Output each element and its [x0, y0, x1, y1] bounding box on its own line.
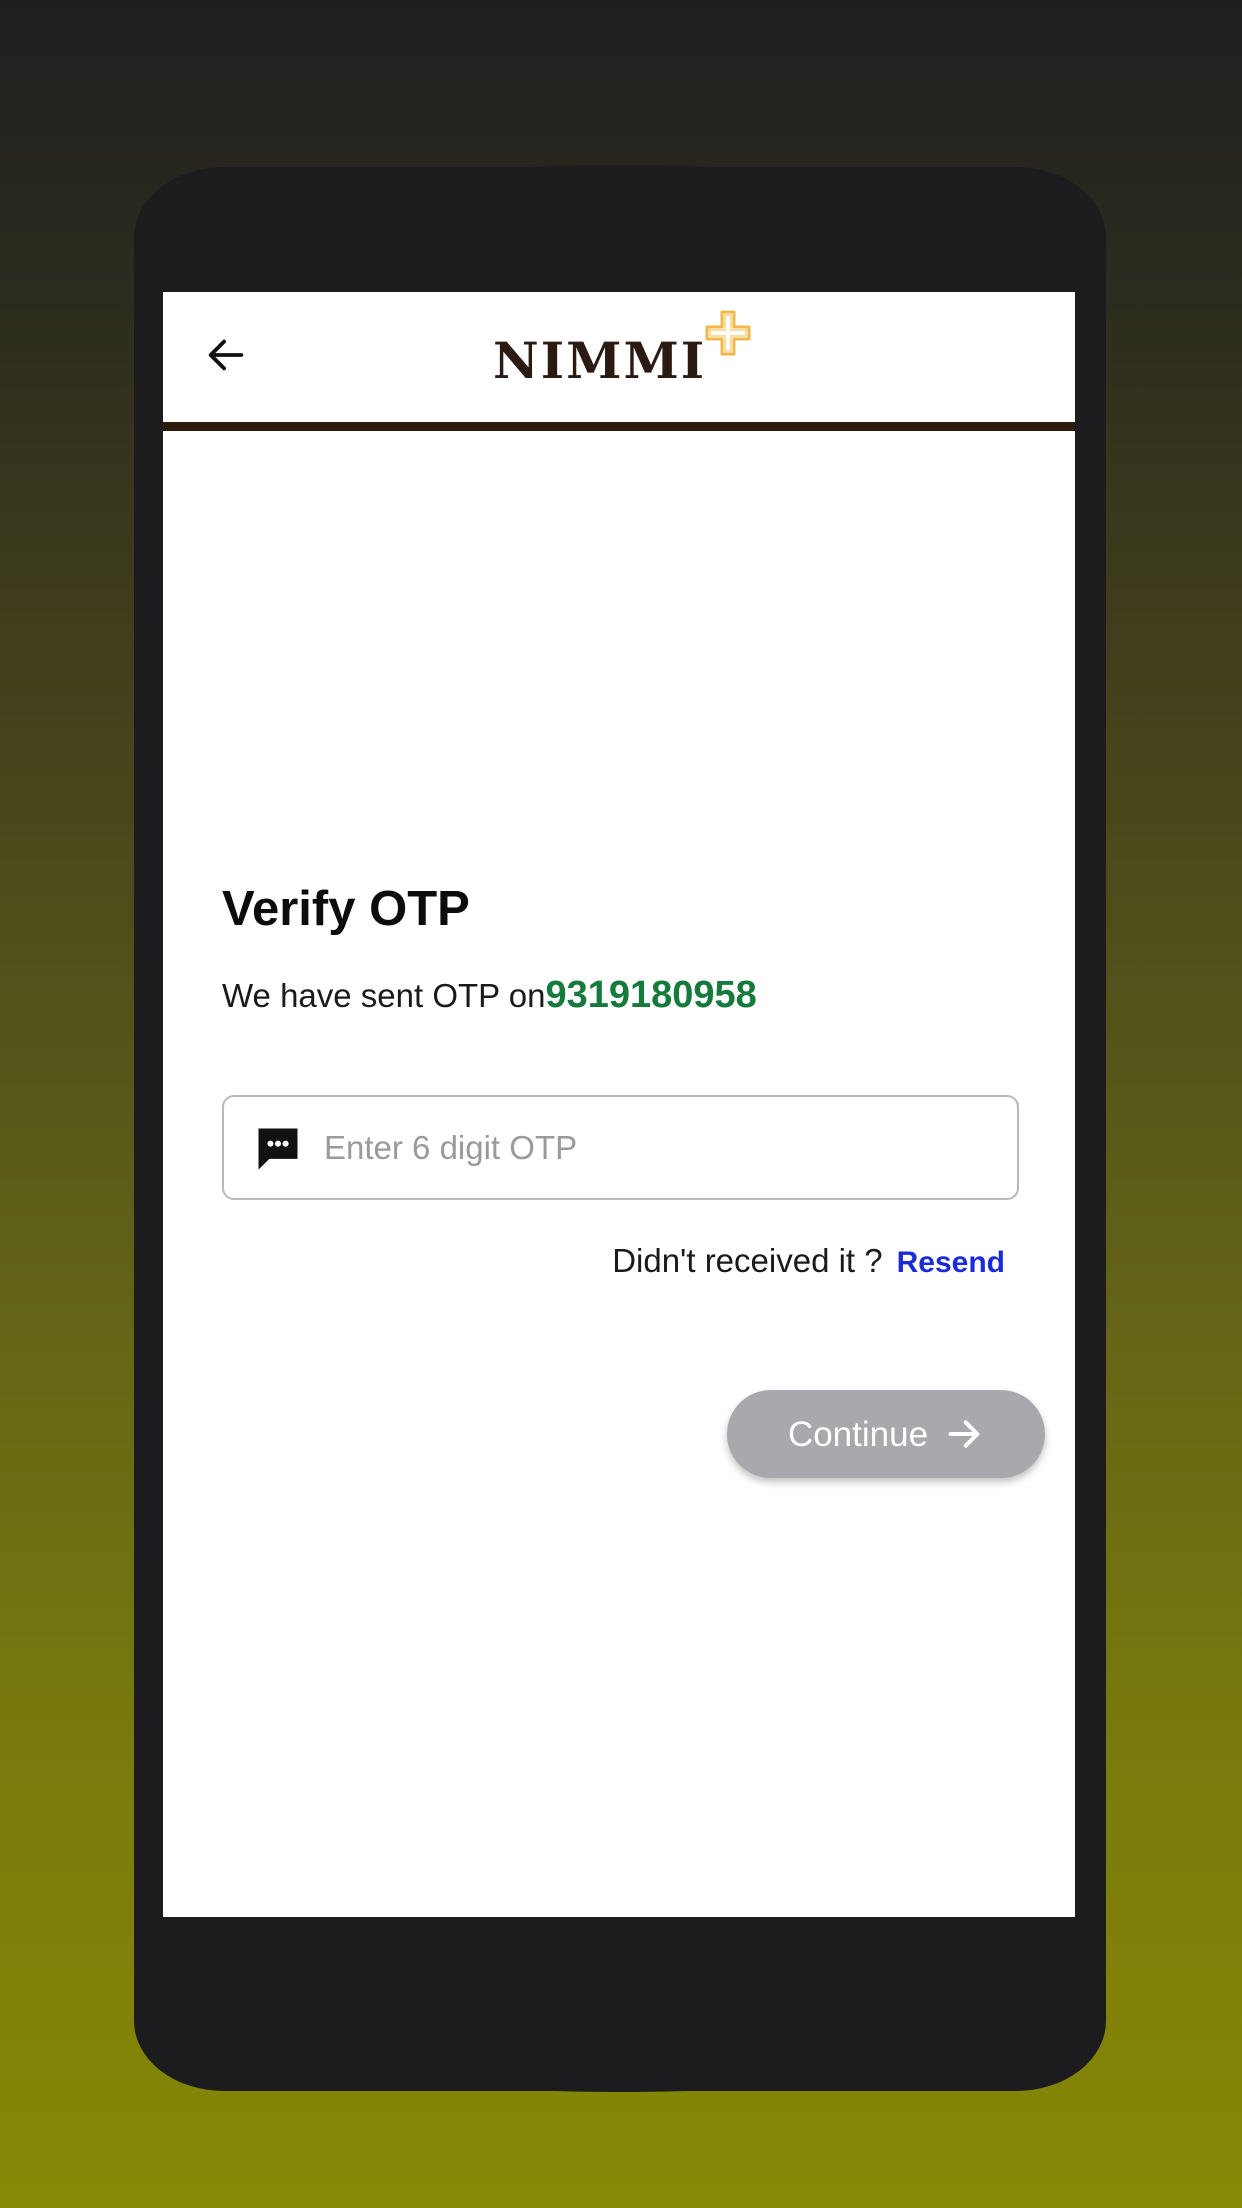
- header-divider: [163, 422, 1075, 431]
- otp-sent-message: We have sent OTP on9319180958: [222, 976, 757, 1014]
- resend-link[interactable]: Resend: [897, 1246, 1005, 1279]
- app-bar: NIMMI: [163, 292, 1075, 422]
- page-title: Verify OTP: [222, 882, 470, 936]
- arrow-left-icon: [208, 339, 244, 371]
- plus-outline-icon: [705, 310, 751, 356]
- otp-field[interactable]: [222, 1095, 1019, 1200]
- resend-question: Didn't received it ?: [612, 1242, 883, 1279]
- continue-label: Continue: [787, 1414, 929, 1454]
- logo-text: NIMMI: [493, 331, 707, 390]
- brand-logo: NIMMI: [493, 308, 763, 408]
- continue-button[interactable]: Continue: [727, 1390, 1045, 1478]
- back-button[interactable]: [197, 326, 255, 384]
- arrow-right-icon: [944, 1414, 984, 1454]
- resend-row: Didn't received it ? Resend: [163, 1244, 1005, 1278]
- message-dots-icon: [252, 1122, 304, 1174]
- otp-sent-prefix: We have sent OTP on: [222, 977, 546, 1014]
- otp-input[interactable]: [324, 1128, 1004, 1167]
- app-screen: NIMMI Verify OTP We have sent OTP on9319…: [163, 292, 1075, 1917]
- phone-number: 9319180958: [545, 974, 757, 1016]
